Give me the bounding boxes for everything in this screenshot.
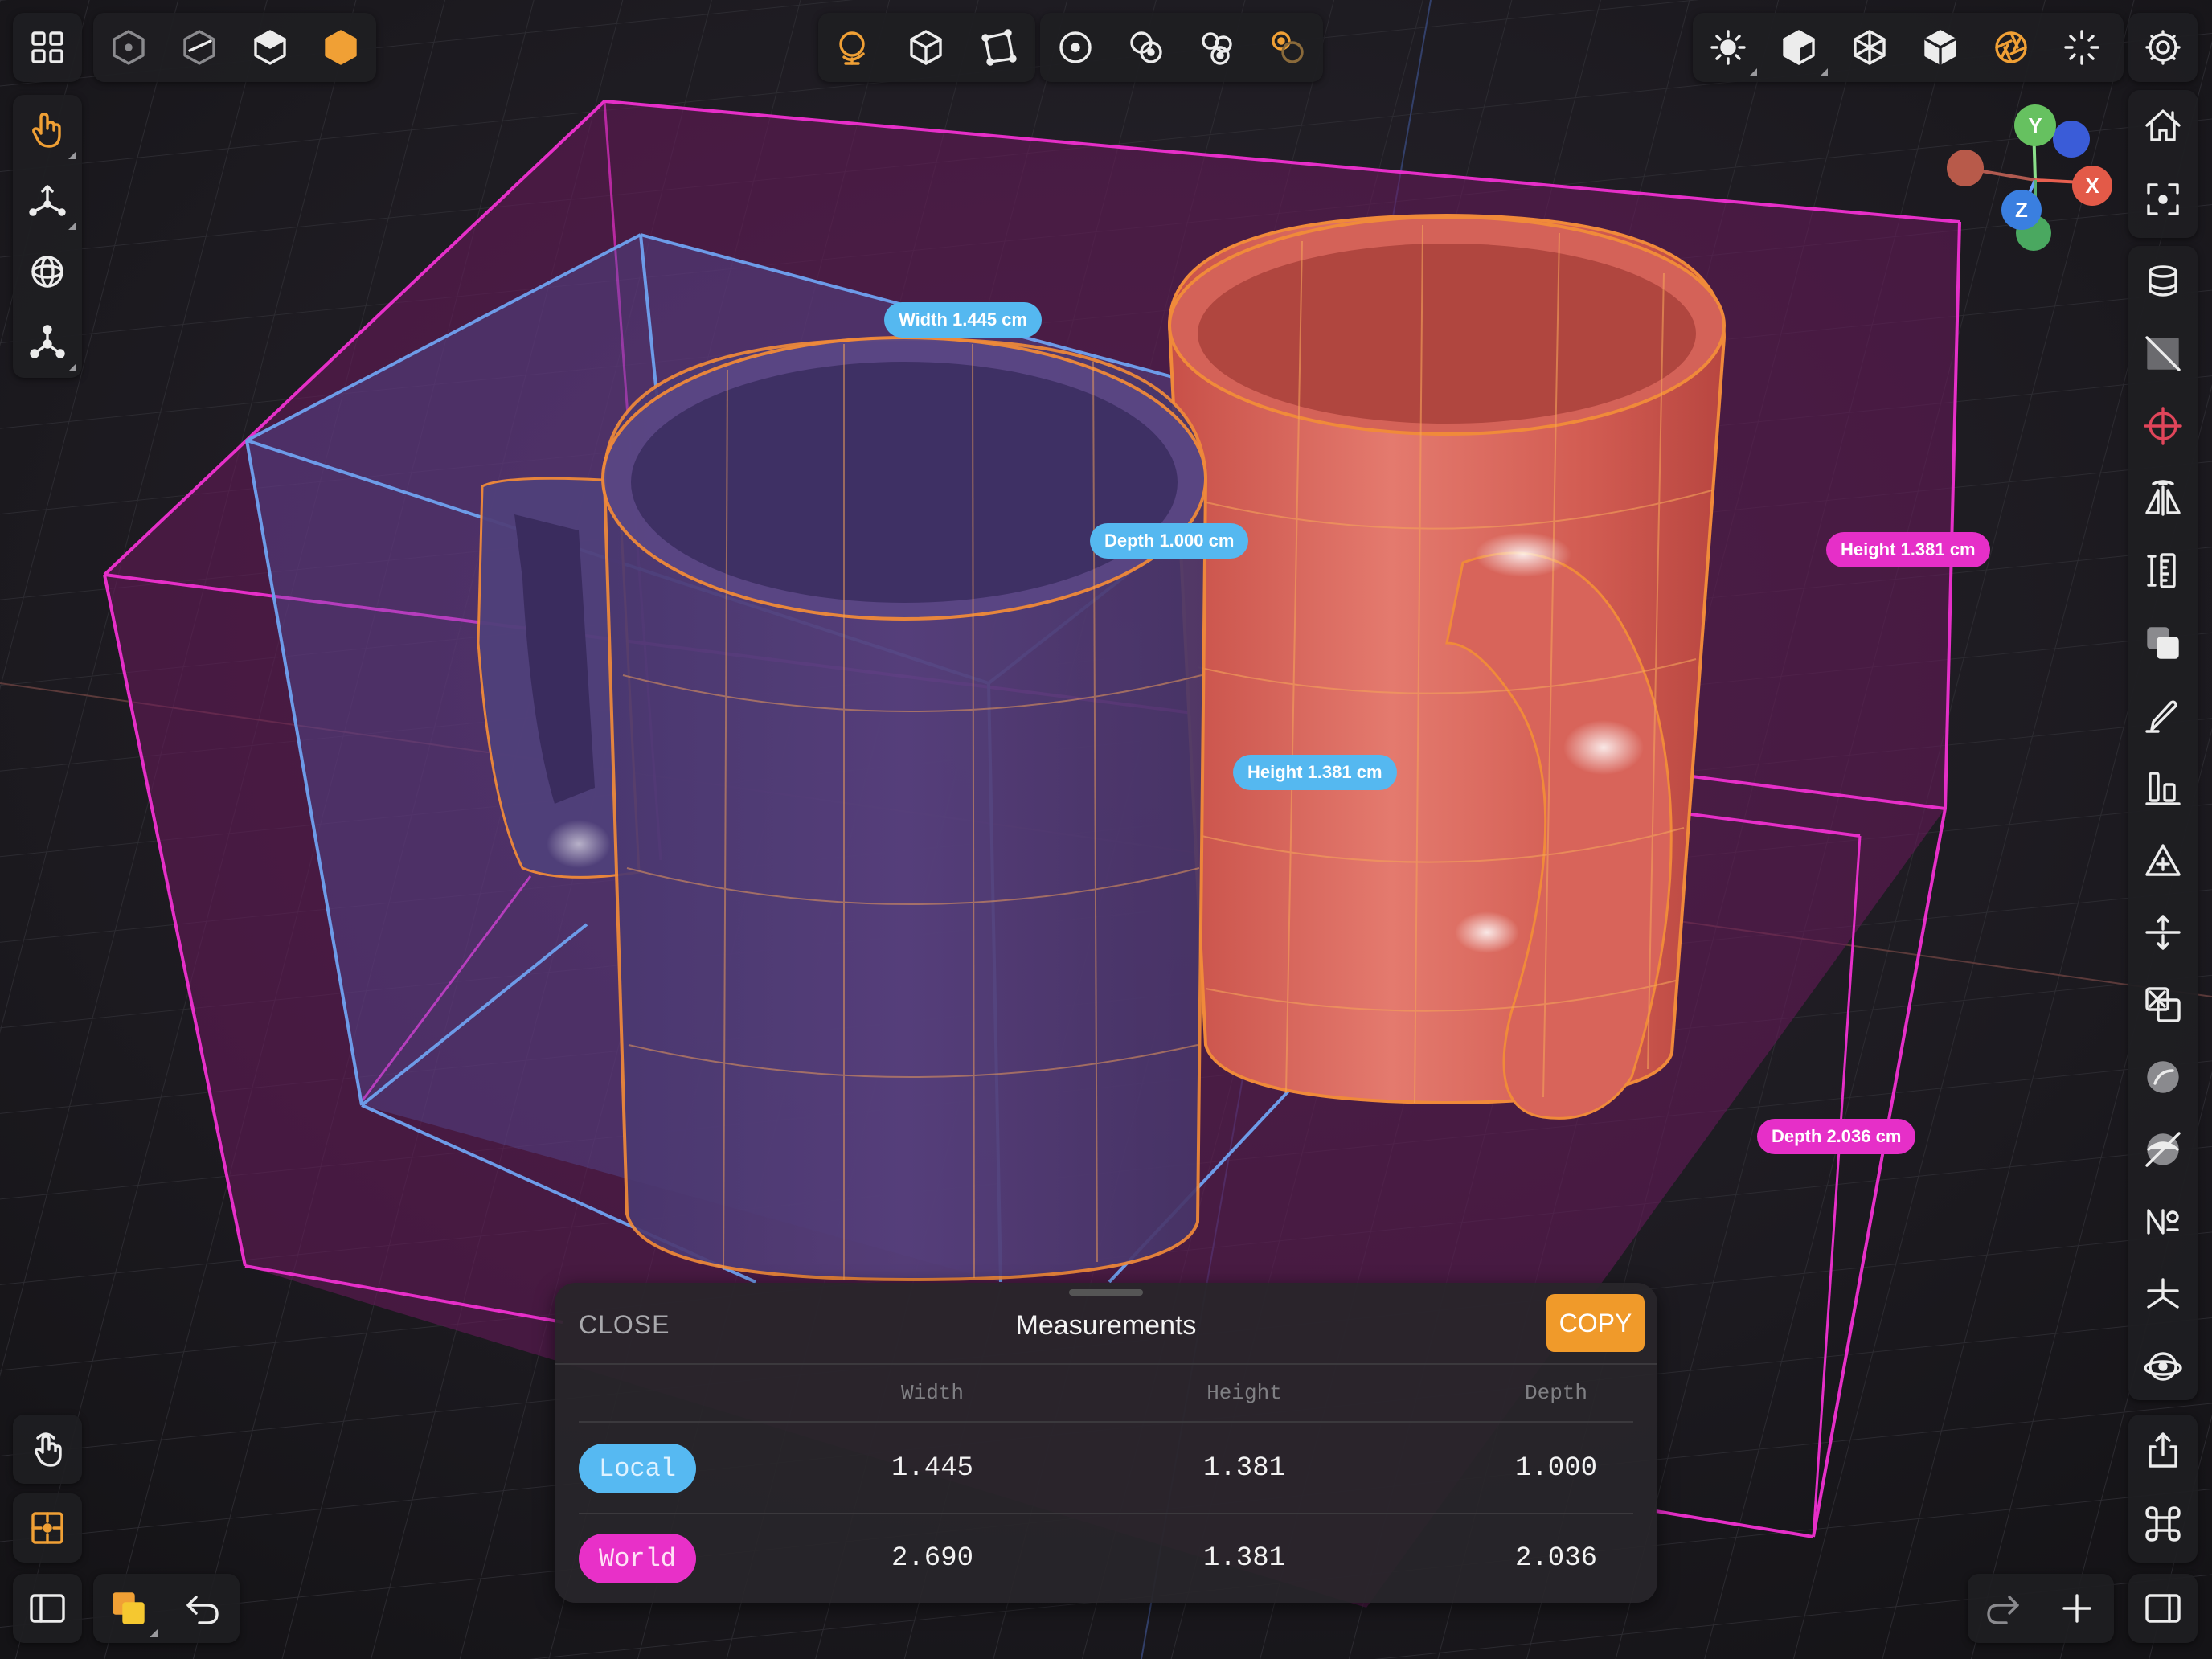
solid-cube-icon[interactable] (1767, 15, 1831, 80)
wire-cube-icon[interactable] (1837, 15, 1902, 80)
share-icon[interactable] (2131, 1418, 2195, 1482)
plus-icon[interactable] (2045, 1576, 2109, 1641)
home-icon[interactable] (2131, 93, 2195, 158)
slice-icon[interactable] (2131, 322, 2195, 386)
undo-icon[interactable] (170, 1576, 235, 1641)
two-circles-icon[interactable] (1114, 15, 1178, 80)
hexagon-icon[interactable] (309, 15, 373, 80)
pen-icon[interactable] (2131, 683, 2195, 748)
rows-divider (579, 1513, 1633, 1514)
local-width-value: 1.445 (891, 1453, 974, 1484)
aperture-icon[interactable] (1979, 15, 2043, 80)
distribute-icon[interactable] (2131, 900, 2195, 965)
touch-toolbar (13, 1415, 82, 1484)
column-header-width: Width (900, 1381, 964, 1405)
column-header-depth: Depth (1524, 1381, 1587, 1405)
ruler-icon[interactable] (2131, 539, 2195, 603)
gizmo-y-axis[interactable]: Y (2014, 104, 2056, 146)
export-toolbar (2128, 1415, 2198, 1563)
settings-gear-icon[interactable] (2131, 15, 2195, 80)
triangle-add-icon[interactable] (2131, 828, 2195, 892)
globe-icon[interactable] (821, 15, 886, 80)
world-width-value: 2.690 (891, 1543, 974, 1574)
grid-icon[interactable] (15, 15, 80, 80)
sphere-slash-icon[interactable] (2131, 1117, 2195, 1182)
local-height-label: Height 1.381 cm (1233, 755, 1397, 790)
move-axes-icon[interactable] (15, 169, 80, 233)
copy-button[interactable]: COPY (1546, 1294, 1645, 1352)
local-width-label: Width 1.445 cm (884, 302, 1042, 338)
sun-icon[interactable] (1696, 15, 1760, 80)
pivot-toolbar (1040, 13, 1323, 82)
shading-toolbar (93, 13, 376, 82)
gizmo-x-axis[interactable]: X (2072, 166, 2112, 206)
red-mug[interactable] (1167, 213, 1727, 1120)
layers-icon[interactable] (96, 1576, 161, 1641)
mirror-icon[interactable] (2131, 466, 2195, 530)
transform-toolbar (13, 95, 82, 378)
panel-drag-handle[interactable] (1069, 1289, 1143, 1296)
touch-icon[interactable] (15, 1417, 80, 1481)
sphere-icon[interactable] (2131, 1045, 2195, 1109)
world-depth-value: 2.036 (1514, 1543, 1598, 1574)
gizmo-neg-x-dot[interactable] (1947, 150, 1984, 186)
settings-toolbar (2128, 13, 2198, 82)
sparkle-icon[interactable] (2050, 15, 2114, 80)
local-height-value: 1.381 (1202, 1453, 1286, 1484)
box-icon[interactable] (894, 15, 958, 80)
hand-pointer-icon[interactable] (15, 98, 80, 162)
single-circle-icon[interactable] (1043, 15, 1108, 80)
orange-circles-icon[interactable] (1256, 15, 1320, 80)
sparkle-axes-icon[interactable] (2131, 1262, 2195, 1326)
panel-title: Measurements (1015, 1310, 1197, 1341)
right-sidebar-toggle-toolbar (2128, 1574, 2198, 1643)
rotate-sphere-icon[interactable] (15, 240, 80, 304)
numero-icon[interactable] (2131, 1190, 2195, 1254)
snap-target-icon[interactable] (15, 1496, 80, 1560)
selection-mode-toolbar (818, 13, 1035, 82)
polygon-icon[interactable] (966, 15, 1030, 80)
local-pill[interactable]: Local (579, 1444, 696, 1493)
boolean-icon[interactable] (2131, 973, 2195, 1037)
right-sidebar-icon[interactable] (2131, 1576, 2195, 1641)
world-depth-label: Depth 2.036 cm (1757, 1119, 1916, 1154)
focus-icon[interactable] (2131, 167, 2195, 231)
camera-toolbar (2128, 90, 2198, 238)
command-icon[interactable] (2131, 1492, 2195, 1556)
view-toolbar (1693, 13, 2124, 82)
local-depth-value: 1.000 (1514, 1453, 1598, 1484)
three-circles-icon[interactable] (1185, 15, 1249, 80)
local-depth-label: Depth 1.000 cm (1090, 523, 1249, 559)
orientation-gizmo[interactable]: Y X Z (1945, 96, 2112, 257)
tools-toolbar (2128, 246, 2198, 1400)
wireframe-cube-icon[interactable] (96, 15, 161, 80)
world-height-label: Height 1.381 cm (1826, 532, 1990, 567)
align-icon[interactable] (2131, 756, 2195, 820)
cylinder-icon[interactable] (2131, 249, 2195, 313)
half-shaded-cube-icon[interactable] (167, 15, 231, 80)
sidebar-toggle-toolbar (13, 1574, 82, 1643)
header-divider (555, 1363, 1657, 1365)
shaded-cube-icon[interactable] (1908, 15, 1972, 80)
redo-icon[interactable] (1971, 1576, 2035, 1641)
world-pill[interactable]: World (579, 1534, 696, 1583)
gizmo-z-axis[interactable]: Z (2001, 190, 2042, 230)
snap-toolbar (13, 1493, 82, 1563)
edit-toolbar (1968, 1574, 2114, 1643)
pivot-icon[interactable] (15, 310, 80, 375)
measurements-panel: CLOSE Measurements COPY Width Height Dep… (555, 1283, 1657, 1603)
target-icon[interactable] (2131, 394, 2195, 458)
gizmo-neg-z-dot[interactable] (2053, 121, 2090, 158)
sidebar-icon[interactable] (15, 1576, 80, 1641)
apps-toolbar (13, 13, 82, 82)
column-header-height: Height (1206, 1381, 1282, 1405)
gyroscope-icon[interactable] (2131, 1334, 2195, 1399)
solid-cube-icon[interactable] (238, 15, 302, 80)
world-height-value: 1.381 (1202, 1543, 1286, 1574)
columns-divider (579, 1421, 1633, 1423)
duplicate-icon[interactable] (2131, 611, 2195, 675)
history-toolbar (93, 1574, 240, 1643)
